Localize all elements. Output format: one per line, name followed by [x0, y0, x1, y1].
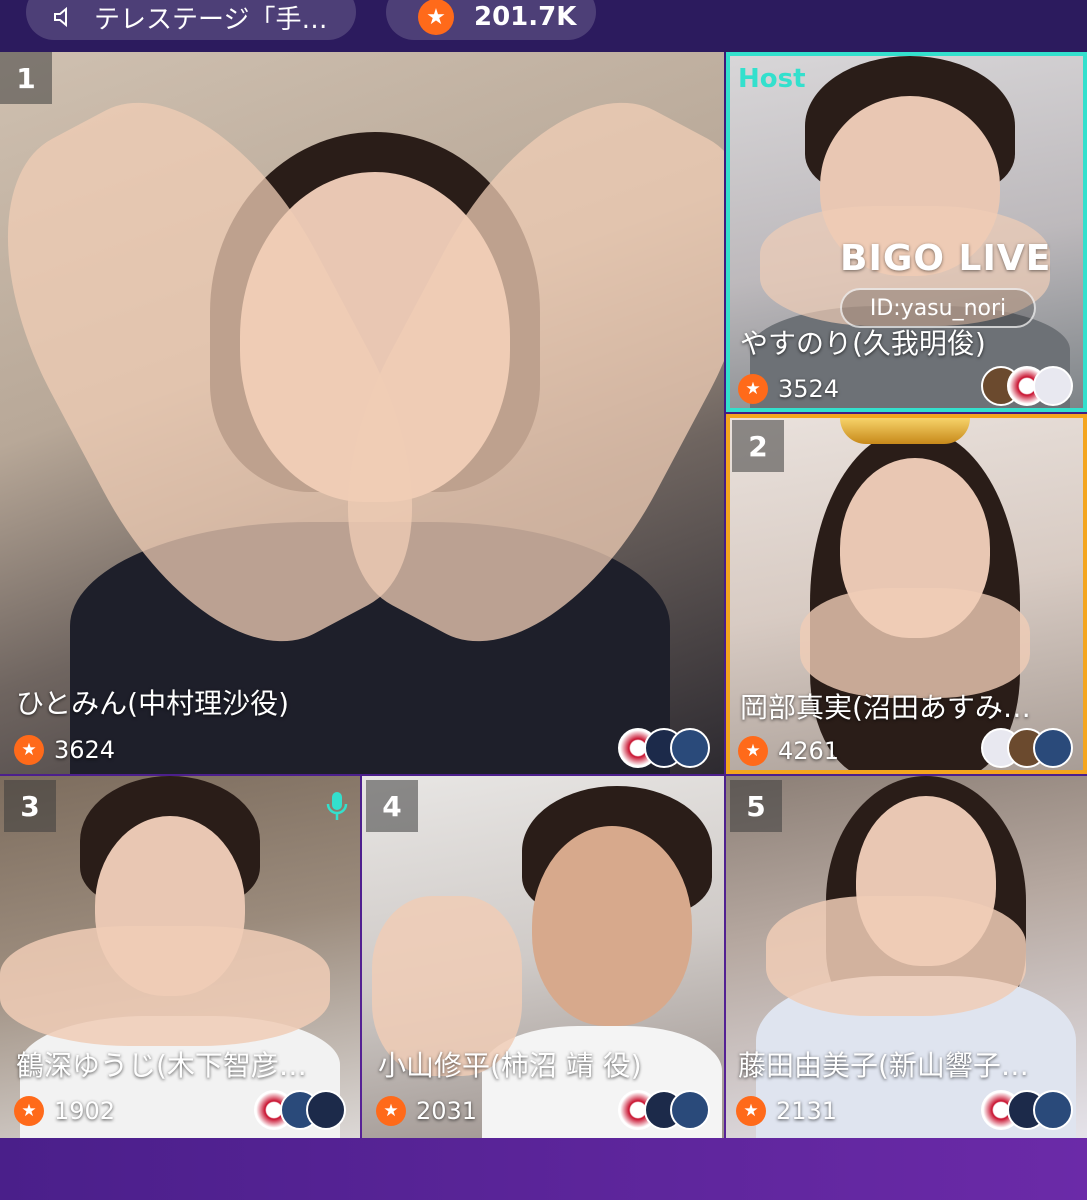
- guest-tile-3[interactable]: 3 鶴深ゆうじ(木下智彦… ★ 1902: [0, 776, 360, 1138]
- heart-hand: [0, 926, 330, 1046]
- top-bar: テレステージ「手… ★ 201.7K: [0, 0, 1087, 52]
- bigo-live-watermark: BIGO LIVE: [840, 238, 1052, 279]
- guest-tile-4[interactable]: 4 小山修平(柿沼 靖 役) ★ 2031: [362, 776, 724, 1138]
- coin-icon: ★: [738, 374, 768, 404]
- guest-name: 小山修平(柿沼 靖 役): [378, 1049, 642, 1082]
- avatar: [306, 1090, 346, 1130]
- host-beans: ★ 3524: [738, 374, 839, 404]
- gifter-avatars[interactable]: [254, 1090, 346, 1130]
- stage-pill[interactable]: テレステージ「手…: [26, 0, 356, 40]
- coin-icon: ★: [736, 1096, 766, 1126]
- guest-name: ひとみん(中村理沙役): [16, 687, 290, 720]
- beans-pill[interactable]: ★ 201.7K: [386, 0, 596, 40]
- gifter-avatars[interactable]: [981, 366, 1073, 406]
- heart-hand: [800, 588, 1030, 698]
- guest-name: 藤田由美子(新山響子…: [738, 1049, 1029, 1082]
- gifter-avatars[interactable]: [618, 1090, 710, 1130]
- gifter-avatars[interactable]: [981, 728, 1073, 768]
- microphone-icon: [326, 792, 348, 820]
- coin-icon: ★: [418, 0, 454, 35]
- guest-tile-5[interactable]: 5 藤田由美子(新山響子… ★ 2131: [726, 776, 1087, 1138]
- gifter-avatars[interactable]: [618, 728, 710, 768]
- avatar: [1033, 366, 1073, 406]
- heart-hand: [766, 896, 1026, 1016]
- speaker-icon: [54, 6, 67, 28]
- guest-beans: ★ 2131: [736, 1096, 837, 1126]
- coin-icon: ★: [738, 736, 768, 766]
- coin-icon: ★: [14, 735, 44, 765]
- crown-icon: [840, 418, 970, 444]
- guest-name: 鶴深ゆうじ(木下智彦…: [16, 1049, 307, 1082]
- coin-icon: ★: [14, 1096, 44, 1126]
- avatar: [670, 728, 710, 768]
- person-face: [532, 826, 692, 1026]
- guest-tile-2[interactable]: 2 岡部真実(沼田あすみ… ★ 4261: [726, 414, 1087, 774]
- rank-badge: 2: [732, 420, 784, 472]
- host-label: Host: [738, 64, 806, 94]
- avatar: [1033, 728, 1073, 768]
- rank-badge: 4: [366, 780, 418, 832]
- guest-beans: ★ 3624: [14, 735, 115, 765]
- rank-badge: 3: [4, 780, 56, 832]
- gifter-avatars[interactable]: [981, 1090, 1073, 1130]
- guest-beans: ★ 1902: [14, 1096, 115, 1126]
- guest-tile-1[interactable]: 1 ひとみん(中村理沙役) ★ 3624: [0, 52, 724, 774]
- avatar: [670, 1090, 710, 1130]
- rank-badge: 1: [0, 52, 52, 104]
- stage-label: テレステージ「手…: [94, 4, 328, 35]
- avatar: [1033, 1090, 1073, 1130]
- beans-total: 201.7K: [474, 2, 577, 32]
- coin-icon: ★: [376, 1096, 406, 1126]
- bottom-bar: [0, 1138, 1087, 1200]
- host-tile[interactable]: Host BIGO LIVE ID:yasu_nori やすのり(久我明俊) ★…: [726, 52, 1087, 412]
- rank-badge: 5: [730, 780, 782, 832]
- host-name: やすのり(久我明俊): [740, 327, 986, 360]
- guest-beans: ★ 4261: [738, 736, 839, 766]
- guest-name: 岡部真実(沼田あすみ…: [740, 691, 1031, 724]
- guest-beans: ★ 2031: [376, 1096, 477, 1126]
